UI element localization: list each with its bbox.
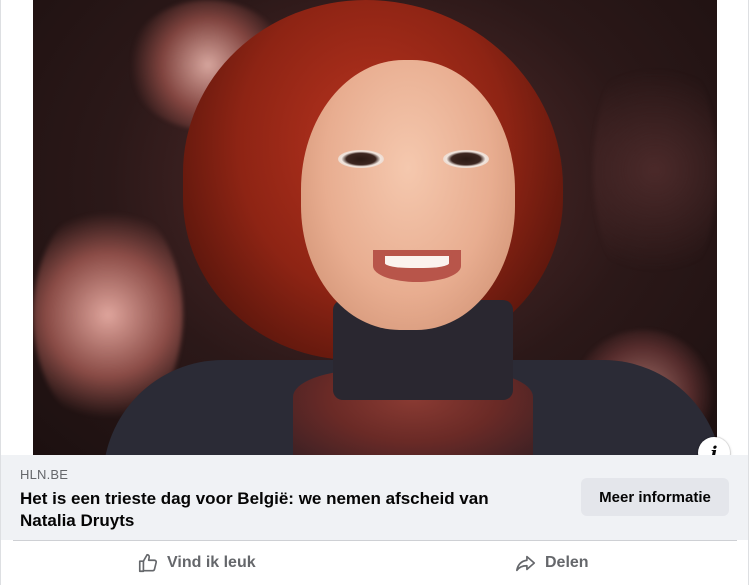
portrait-smile [373, 250, 461, 282]
share-label: Delen [545, 554, 589, 571]
portrait-right-eye [443, 150, 489, 168]
background-shadow-right [593, 40, 717, 300]
portrait-left-eye [338, 150, 384, 168]
share-button[interactable]: Delen [515, 545, 589, 581]
portrait-face [301, 60, 515, 330]
post-photo[interactable] [33, 0, 717, 455]
like-label: Vind ik leuk [167, 554, 256, 571]
ad-post-card: i HLN.BE Het is een trieste dag voor Bel… [0, 0, 749, 585]
share-icon [516, 555, 536, 572]
like-button[interactable]: Vind ik leuk [137, 545, 256, 581]
link-headline[interactable]: Het is een trieste dag voor België: we n… [20, 488, 540, 532]
link-preview[interactable]: HLN.BE Het is een trieste dag voor Belgi… [1, 455, 748, 540]
post-actions: Vind ik leuk Delen [1, 541, 748, 585]
thumbs-up-icon [138, 553, 158, 573]
more-info-button[interactable]: Meer informatie [581, 478, 729, 516]
link-domain: HLN.BE [20, 467, 69, 482]
